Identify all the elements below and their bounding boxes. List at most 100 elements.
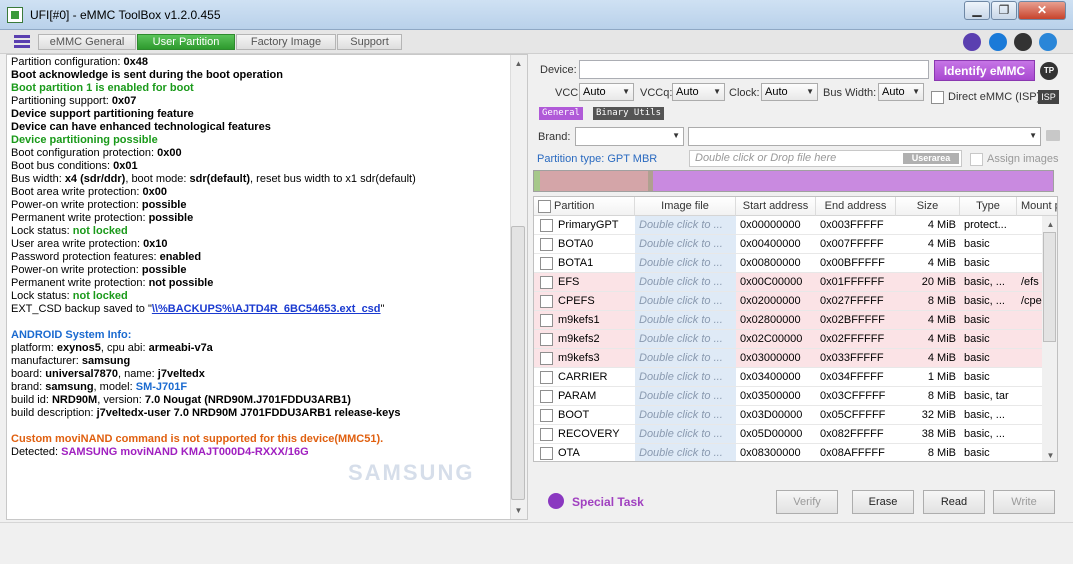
tab-support[interactable]: Support — [337, 34, 402, 50]
cell-image[interactable]: Double click to ... — [635, 330, 736, 348]
close-button[interactable]: ✕ — [1018, 1, 1066, 20]
subtab-binary-utils[interactable]: Binary Utils — [593, 107, 665, 120]
select-all-checkbox[interactable] — [538, 200, 551, 213]
table-row[interactable]: m9kefs2 Double click to ... 0x02C00000 0x02… — [534, 330, 1044, 349]
read-button[interactable]: Read — [923, 490, 985, 514]
cell-image[interactable]: Double click to ... — [635, 292, 736, 310]
bus-width-select[interactable]: Auto — [878, 83, 924, 101]
cell-end: 0x003FFFFF — [820, 219, 884, 231]
scroll-up-icon[interactable]: ▲ — [511, 58, 526, 70]
table-row[interactable]: BOOT Double click to ... 0x03D00000 0x05CFF… — [534, 406, 1044, 425]
row-checkbox[interactable] — [540, 371, 553, 384]
download-icon[interactable] — [989, 33, 1007, 51]
cell-image[interactable]: Double click to ... — [635, 273, 736, 291]
verify-button[interactable]: Verify — [776, 490, 838, 514]
row-checkbox[interactable] — [540, 238, 553, 251]
tab-factory-image[interactable]: Factory Image — [236, 34, 336, 50]
log-line: Lock status: not locked — [11, 225, 511, 238]
write-button[interactable]: Write — [993, 490, 1055, 514]
model-select[interactable] — [688, 127, 1041, 146]
cell-image[interactable]: Double click to ... — [635, 387, 736, 405]
vccq-select[interactable]: Auto — [672, 83, 725, 101]
col-end-address[interactable]: End address — [816, 197, 896, 216]
cell-name: EFS — [558, 276, 580, 288]
table-scroll-thumb[interactable] — [1043, 232, 1056, 342]
log-line: User area write protection: 0x10 — [11, 238, 511, 251]
table-row[interactable]: CARRIER Double click to ... 0x03400000 0x03… — [534, 368, 1044, 387]
table-row[interactable]: PARAM Double click to ... 0x03500000 0x03CF… — [534, 387, 1044, 406]
cell-start: 0x00400000 — [740, 238, 801, 250]
isp-badge[interactable]: ISP — [1038, 90, 1059, 104]
tp-button[interactable]: TP — [1040, 62, 1058, 80]
cell-image[interactable]: Double click to ... — [635, 425, 736, 443]
scroll-down-icon[interactable]: ▼ — [511, 505, 526, 517]
table-row[interactable]: m9kefs1 Double click to ... 0x02800000 0x02… — [534, 311, 1044, 330]
restore-button[interactable]: ❐ — [991, 1, 1017, 20]
tab-emmc-general[interactable]: eMMC General — [38, 34, 136, 50]
table-row[interactable]: BOTA1 Double click to ... 0x00800000 0x00BF… — [534, 254, 1044, 273]
cell-image[interactable]: Double click to ... — [635, 216, 736, 234]
partition-map[interactable] — [533, 170, 1054, 192]
row-checkbox[interactable] — [540, 352, 553, 365]
table-row[interactable]: BOTA0 Double click to ... 0x00400000 0x007F… — [534, 235, 1044, 254]
col-mount-point[interactable]: Mount p — [1017, 197, 1057, 216]
userarea-badge[interactable]: Userarea — [903, 153, 959, 164]
log-text: SAMSUNG moviNAND KMAJT000D4-RXXX/16G — [61, 446, 309, 458]
direct-emmc-checkbox[interactable] — [931, 91, 944, 104]
cell-image[interactable]: Double click to ... — [635, 444, 736, 461]
partition-table[interactable]: Partition Image file Start address End a… — [533, 196, 1058, 462]
vcc-select[interactable]: Auto — [579, 83, 634, 101]
cell-start: 0x08300000 — [740, 447, 801, 459]
col-size[interactable]: Size — [896, 197, 960, 216]
info-icon[interactable] — [1014, 33, 1032, 51]
minimize-button[interactable]: ▁ — [964, 1, 990, 20]
cell-type: basic, tar — [964, 390, 1009, 402]
cell-image[interactable]: Double click to ... — [635, 235, 736, 253]
erase-button[interactable]: Erase — [852, 490, 914, 514]
hamburger-menu-icon[interactable] — [14, 35, 30, 49]
assign-images-checkbox[interactable] — [970, 153, 983, 166]
cell-image[interactable]: Double click to ... — [635, 406, 736, 424]
table-row[interactable]: PrimaryGPT Double click to ... 0x00000000 0… — [534, 216, 1044, 235]
globe-icon[interactable] — [963, 33, 981, 51]
table-row[interactable]: RECOVERY Double click to ... 0x05D00000 0x0… — [534, 425, 1044, 444]
log-text: not locked — [72, 290, 128, 302]
table-row[interactable]: EFS Double click to ... 0x00C00000 0x01FFFF… — [534, 273, 1044, 292]
table-row[interactable]: CPEFS Double click to ... 0x02000000 0x027F… — [534, 292, 1044, 311]
row-checkbox[interactable] — [540, 314, 553, 327]
brand-select[interactable] — [575, 127, 684, 146]
cell-size: 8 MiB — [927, 447, 956, 459]
table-row[interactable]: m9kefs3 Double click to ... 0x03000000 0x03… — [534, 349, 1044, 368]
row-checkbox[interactable] — [540, 390, 553, 403]
row-checkbox[interactable] — [540, 219, 553, 232]
col-image-file[interactable]: Image file — [635, 197, 736, 216]
row-checkbox[interactable] — [540, 333, 553, 346]
col-start-address[interactable]: Start address — [736, 197, 816, 216]
row-checkbox[interactable] — [540, 295, 553, 308]
table-scroll-down-icon[interactable]: ▼ — [1043, 450, 1058, 462]
log-text: Device support partitioning feature — [11, 108, 194, 120]
cell-image[interactable]: Double click to ... — [635, 311, 736, 329]
cell-image[interactable]: Double click to ... — [635, 368, 736, 386]
log-text[interactable]: \\%BACKUPS%\AJTD4R_6BC54653.ext_csd — [152, 303, 381, 315]
row-checkbox[interactable] — [540, 447, 553, 460]
device-field[interactable] — [579, 60, 929, 79]
table-scroll-up-icon[interactable]: ▲ — [1043, 219, 1058, 231]
row-checkbox[interactable] — [540, 276, 553, 289]
table-row[interactable]: OTA Double click to ... 0x08300000 0x08AFFF… — [534, 444, 1044, 461]
folder-icon[interactable] — [1046, 130, 1060, 141]
cell-image[interactable]: Double click to ... — [635, 254, 736, 272]
row-checkbox[interactable] — [540, 428, 553, 441]
cell-image[interactable]: Double click to ... — [635, 349, 736, 367]
gear-icon[interactable] — [1039, 33, 1057, 51]
row-checkbox[interactable] — [540, 409, 553, 422]
row-checkbox[interactable] — [540, 257, 553, 270]
subtab-general[interactable]: General — [539, 107, 583, 120]
log-scroll-thumb[interactable] — [511, 226, 525, 500]
clock-select[interactable]: Auto — [761, 83, 818, 101]
special-task-link[interactable]: Special Task — [572, 495, 644, 509]
tab-user-partition[interactable]: User Partition — [137, 34, 235, 50]
special-task-icon[interactable] — [548, 493, 564, 509]
col-type[interactable]: Type — [960, 197, 1017, 216]
identify-emmc-button[interactable]: Identify eMMC — [934, 60, 1035, 81]
